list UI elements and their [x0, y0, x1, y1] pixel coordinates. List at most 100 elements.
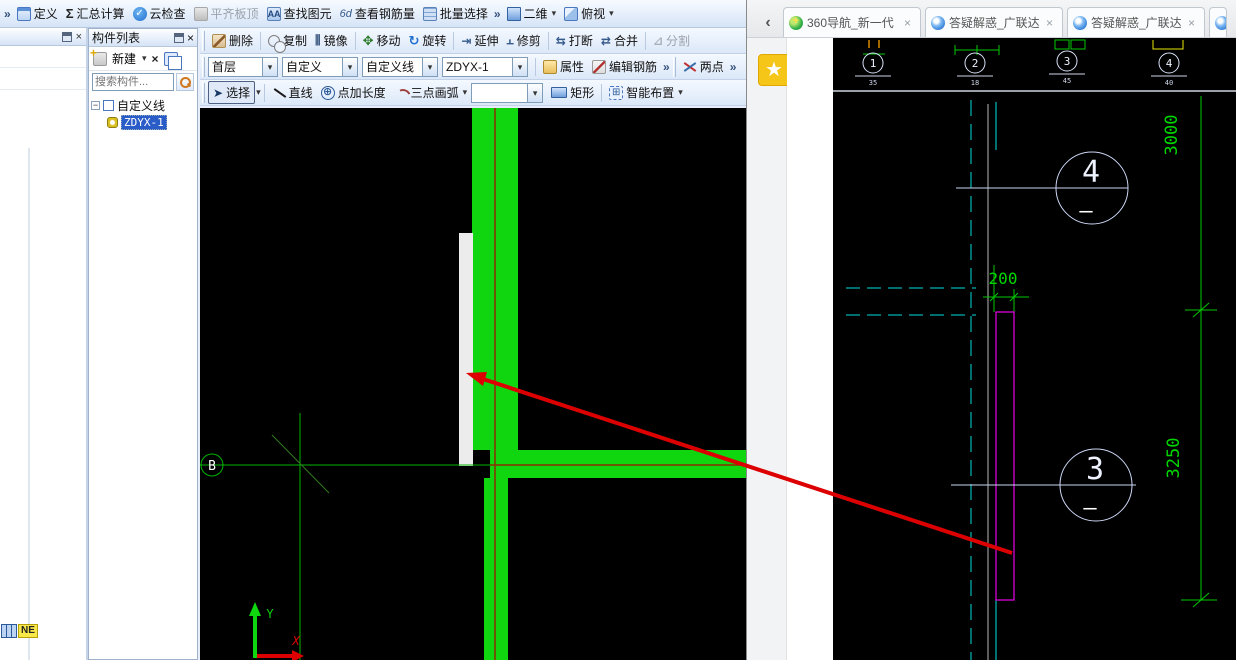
separator: [547, 31, 549, 50]
browser-tab-partial[interactable]: [1209, 7, 1227, 37]
separator: [453, 31, 455, 50]
merge-button[interactable]: ⇄ 合并: [597, 30, 642, 51]
search-input[interactable]: [92, 73, 174, 91]
chevron-down-icon[interactable]: ▾: [527, 83, 543, 102]
toolbar-overflow-icon[interactable]: »: [728, 60, 739, 74]
wall-horizontal[interactable]: [490, 450, 746, 478]
panel-title: 构件列表: [92, 31, 141, 45]
chevron-down-icon[interactable]: ▾: [422, 57, 437, 76]
chevron-down-icon[interactable]: ▾: [255, 87, 261, 98]
delete-button[interactable]: 删除: [208, 30, 257, 51]
browser-window: ‹ 360导航_新一代 × 答疑解惑_广联达 × 答疑解惑_广联达 × ★: [746, 0, 1236, 660]
toolbar-grip[interactable]: [672, 56, 676, 77]
top-view-button[interactable]: 俯视 ▾: [560, 3, 618, 24]
properties-button[interactable]: 属性: [539, 56, 588, 77]
dock-row: [0, 46, 86, 68]
rotate-button[interactable]: ↻ 旋转: [405, 30, 451, 51]
page-margin: [787, 38, 833, 660]
cloud-check-button[interactable]: ✓ 云检查: [129, 3, 190, 24]
wall-vertical-lower[interactable]: [484, 478, 508, 660]
separator: [354, 31, 356, 50]
floor-select[interactable]: 首层 ▾: [208, 56, 278, 77]
summary-calc-button[interactable]: Σ 汇总计算: [62, 3, 129, 24]
delete-component-button[interactable]: ×: [152, 52, 159, 66]
copy-component-icon[interactable]: [163, 51, 182, 70]
edit-toolbar: 删除 复制 ⫼ 镜像 ✥ 移动 ↻ 旋转 ⇥ 延伸 ⫠ 修剪 ⇆ 打断 ⇄ 合并 ⊿ 分割: [200, 28, 746, 54]
close-tab-icon[interactable]: ×: [1187, 16, 1196, 30]
align-slab-icon: [193, 6, 208, 21]
new-component-icon: [90, 46, 107, 66]
mirror-button[interactable]: ⫼ 镜像: [311, 30, 352, 51]
chevron-down-icon[interactable]: ▾: [608, 8, 614, 19]
define-button[interactable]: 定义: [13, 3, 62, 24]
extend-button[interactable]: ⇥ 延伸: [457, 30, 502, 51]
tree-node-root[interactable]: − 自定义线: [91, 97, 195, 114]
panel-divider: [28, 148, 30, 660]
chevron-down-icon[interactable]: ▾: [677, 87, 683, 98]
tree-node-item[interactable]: ZDYX-1: [91, 114, 195, 131]
chevron-left-icon: ‹: [765, 14, 771, 31]
browser-tab-qa-2[interactable]: 答疑解惑_广联达 ×: [1067, 7, 1205, 37]
toolbar-grip[interactable]: [202, 56, 205, 77]
favorites-star-button[interactable]: ★: [758, 54, 790, 86]
custom-line-element[interactable]: [459, 233, 473, 466]
copy-button[interactable]: 复制: [264, 30, 311, 53]
chevron-down-icon[interactable]: ▾: [342, 57, 357, 76]
chevron-down-icon[interactable]: ▾: [551, 8, 557, 19]
toolbar-overflow-icon[interactable]: »: [2, 7, 13, 21]
collapse-node-icon[interactable]: −: [91, 101, 100, 110]
close-icon[interactable]: ×: [76, 31, 82, 43]
dock-row: [0, 68, 86, 90]
break-button[interactable]: ⇆ 打断: [552, 30, 597, 51]
type-select[interactable]: 自定义线 ▾: [362, 56, 438, 77]
browser-tab-qa-1[interactable]: 答疑解惑_广联达 ×: [925, 7, 1063, 37]
close-icon[interactable]: ×: [187, 31, 194, 45]
edit-rebar-button[interactable]: 编辑钢筋: [588, 56, 661, 77]
rectangle-tool-button[interactable]: 矩形: [547, 82, 598, 103]
smart-layout-button[interactable]: ⊞ 智能布置 ▾: [605, 82, 687, 103]
tab-collapse-button[interactable]: ‹: [753, 9, 783, 37]
chevron-down-icon[interactable]: ▾: [141, 53, 147, 64]
chevron-down-icon[interactable]: ▾: [512, 57, 527, 76]
two-point-icon: [683, 60, 697, 74]
ne-indicator: NE: [1, 624, 38, 638]
svg-text:40: 40: [1165, 79, 1173, 87]
new-component-button[interactable]: 新建: [112, 50, 136, 67]
selected-component[interactable]: ZDYX-1: [121, 115, 167, 130]
move-button[interactable]: ✥ 移动: [359, 30, 405, 51]
toolbar-grip[interactable]: [202, 30, 205, 51]
trim-icon: ⫠: [506, 33, 514, 47]
find-element-button[interactable]: AA 查找图元: [263, 3, 336, 24]
view-rebar-button[interactable]: 6d 查看钢筋量: [336, 3, 419, 24]
toolbar-overflow-icon[interactable]: »: [492, 7, 503, 21]
toolbar-grip[interactable]: [202, 82, 205, 103]
bim-application-window: » 定义 Σ 汇总计算 ✓ 云检查 平齐板顶 AA 查找图元 6d 查看钢筋量 …: [0, 0, 746, 660]
svg-text:4: 4: [1082, 155, 1100, 190]
chevron-down-icon[interactable]: ▾: [462, 87, 468, 98]
close-tab-icon[interactable]: ×: [1045, 16, 1054, 30]
svg-text:4: 4: [1166, 57, 1173, 70]
arc-3pt-tool-button[interactable]: 三点画弧 ▾: [390, 82, 472, 103]
drawing-canvas[interactable]: B Y X: [200, 108, 746, 660]
search-icon: [179, 76, 191, 88]
pin-icon[interactable]: [173, 32, 184, 43]
element-select[interactable]: ZDYX-1 ▾: [442, 56, 528, 77]
pin-icon[interactable]: [61, 31, 72, 42]
browser-tab-360nav[interactable]: 360导航_新一代 ×: [783, 7, 921, 37]
select-tool-button[interactable]: ➤ 选择: [208, 81, 256, 104]
arc-mode-select[interactable]: ▾: [471, 82, 544, 103]
chevron-down-icon[interactable]: ▾: [262, 57, 277, 76]
search-button[interactable]: [176, 73, 194, 91]
trim-button[interactable]: ⫠ 修剪: [503, 30, 545, 51]
category-select[interactable]: 自定义 ▾: [282, 56, 358, 77]
svg-text:—: —: [1083, 496, 1097, 521]
svg-text:45: 45: [1063, 77, 1071, 85]
two-point-button[interactable]: 两点: [679, 56, 728, 77]
point-length-tool-button[interactable]: ⊕ 点加长度: [317, 82, 390, 103]
close-tab-icon[interactable]: ×: [903, 16, 912, 30]
toolbar-overflow-icon[interactable]: »: [661, 60, 672, 74]
view-2d-button[interactable]: 二维 ▾: [503, 3, 561, 24]
context-toolbar: 首层 ▾ 自定义 ▾ 自定义线 ▾ ZDYX-1 ▾ 属性 编辑钢筋 » 两点 »: [200, 54, 746, 80]
line-tool-button[interactable]: 直线: [268, 82, 317, 103]
batch-select-button[interactable]: 批量选择: [419, 3, 492, 24]
